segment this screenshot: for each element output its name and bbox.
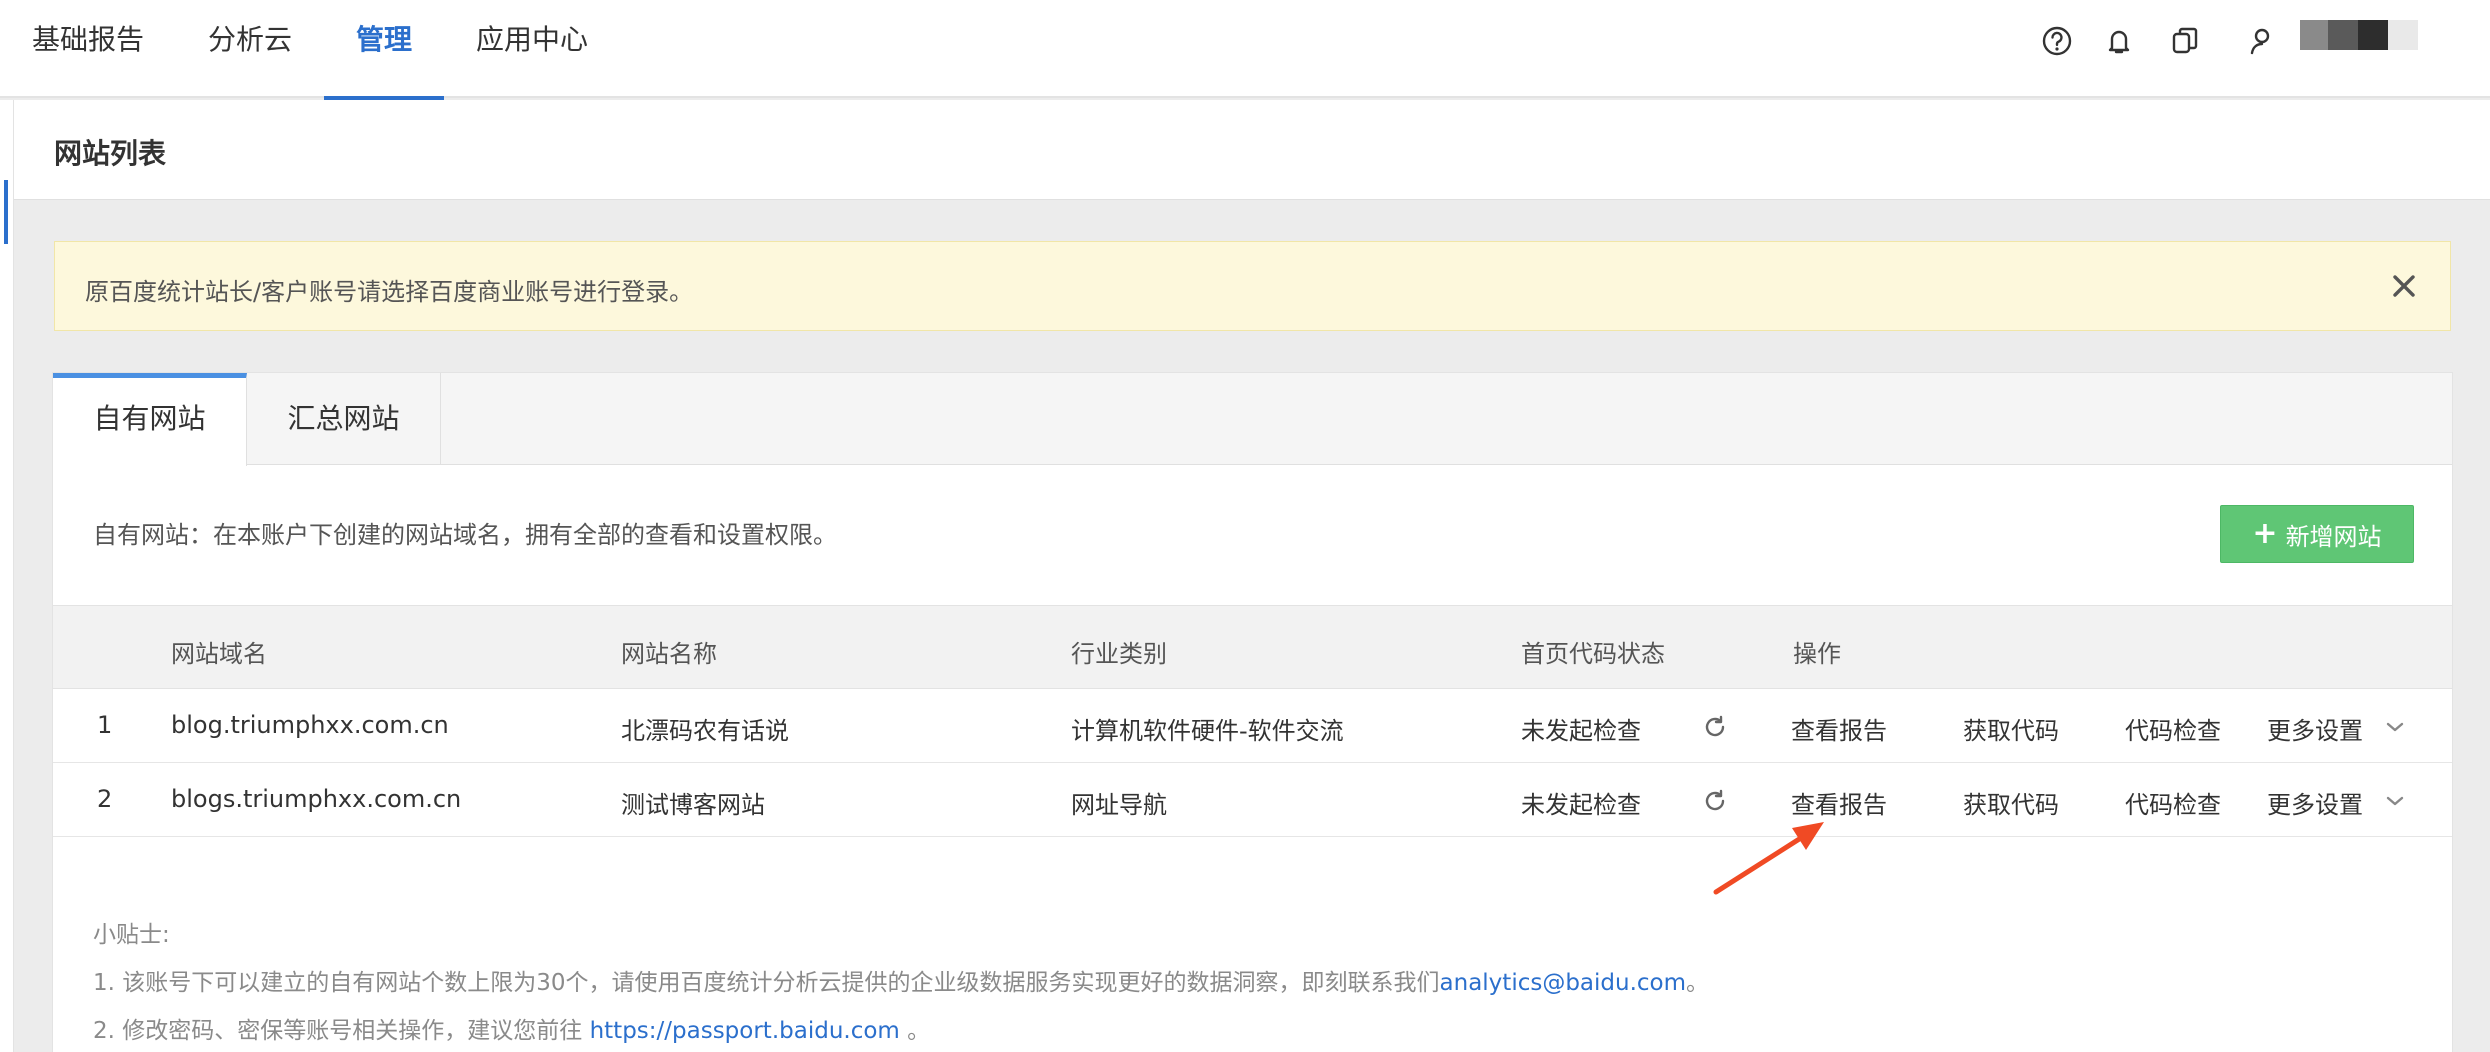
nav-tab-basic-report[interactable]: 基础报告 <box>0 0 176 98</box>
site-name: 北漂码农有话说 <box>621 717 789 745</box>
get-code-link[interactable]: 获取代码 <box>1963 711 2059 746</box>
page-title: 网站列表 <box>54 137 167 170</box>
top-navigation: 基础报告 分析云 管理 应用中心 <box>0 0 2490 100</box>
tips-title: 小贴士: <box>93 922 170 948</box>
refresh-icon[interactable] <box>1701 713 1729 741</box>
chevron-down-icon[interactable] <box>2383 789 2407 813</box>
code-check-link[interactable]: 代码检查 <box>2125 785 2221 820</box>
left-sidebar-rail <box>0 100 14 1052</box>
tab-summary-sites[interactable]: 汇总网站 <box>247 373 441 465</box>
nav-tab-app-center[interactable]: 应用中心 <box>462 0 602 98</box>
view-report-link[interactable]: 查看报告 <box>1791 711 1887 746</box>
close-icon[interactable] <box>2384 266 2424 306</box>
tab-description: 自有网站：在本账户下创建的网站域名，拥有全部的查看和设置权限。 <box>93 521 837 549</box>
code-check-link[interactable]: 代码检查 <box>2125 711 2221 746</box>
help-icon[interactable] <box>2038 22 2076 60</box>
site-category: 计算机软件硬件-软件交流 <box>1071 717 1344 745</box>
header-actions: 操作 <box>1793 640 1841 668</box>
plus-icon: + <box>2252 516 2278 551</box>
page-header: 网站列表 <box>14 100 2490 200</box>
tab-own-sites[interactable]: 自有网站 <box>53 373 247 466</box>
site-type-tabs: 自有网站 汇总网站 <box>53 373 2452 466</box>
header-category: 行业类别 <box>1071 640 1167 668</box>
notice-text: 原百度统计站长/客户账号请选择百度商业账号进行登录。 <box>85 278 694 306</box>
site-domain-link[interactable]: blogs.triumphxx.com.cn <box>171 785 461 813</box>
code-status: 未发起检查 <box>1521 717 1641 745</box>
chevron-down-icon[interactable] <box>2383 715 2407 739</box>
header-site-name: 网站名称 <box>621 640 717 668</box>
code-status: 未发起检查 <box>1521 791 1641 819</box>
sidebar-active-indicator <box>4 180 8 244</box>
table-header: 网站域名 网站名称 行业类别 首页代码状态 操作 <box>53 605 2452 689</box>
user-icon[interactable] <box>2244 22 2282 60</box>
annotation-arrow <box>1713 822 1824 895</box>
nav-tab-manage[interactable]: 管理 <box>324 0 444 100</box>
passport-link[interactable]: https://passport.baidu.com <box>590 1018 900 1044</box>
tips-line-2: 2. 修改密码、密保等账号相关操作，建议您前往 https://passport… <box>93 1018 931 1044</box>
header-domain: 网站域名 <box>171 640 267 668</box>
bell-icon[interactable] <box>2100 22 2138 60</box>
nav-tab-analytics-cloud[interactable]: 分析云 <box>190 0 310 98</box>
table-row: 2 blogs.triumphxx.com.cn 测试博客网站 网址导航 未发起… <box>53 763 2452 837</box>
site-name: 测试博客网站 <box>621 791 765 819</box>
get-code-link[interactable]: 获取代码 <box>1963 785 2059 820</box>
more-settings-link[interactable]: 更多设置 <box>2267 785 2363 820</box>
login-notice-banner: 原百度统计站长/客户账号请选择百度商业账号进行登录。 <box>54 241 2451 331</box>
tips-line-1: 1. 该账号下可以建立的自有网站个数上限为30个，请使用百度统计分析云提供的企业… <box>93 970 1710 996</box>
user-account-redacted[interactable] <box>2300 20 2440 50</box>
row-index: 1 <box>97 711 113 739</box>
site-domain-link[interactable]: blog.triumphxx.com.cn <box>171 711 449 739</box>
table-row: 1 blog.triumphxx.com.cn 北漂码农有话说 计算机软件硬件-… <box>53 689 2452 763</box>
contact-email-link[interactable]: analytics@baidu.com <box>1440 970 1687 996</box>
row-index: 2 <box>97 785 113 813</box>
add-site-button[interactable]: + 新增网站 <box>2220 505 2414 563</box>
site-category: 网址导航 <box>1071 791 1167 819</box>
more-settings-link[interactable]: 更多设置 <box>2267 711 2363 746</box>
copy-icon[interactable] <box>2166 22 2204 60</box>
site-list-panel: 自有网站 汇总网站 自有网站：在本账户下创建的网站域名，拥有全部的查看和设置权限… <box>52 372 2453 1052</box>
header-code-status: 首页代码状态 <box>1521 640 1665 668</box>
